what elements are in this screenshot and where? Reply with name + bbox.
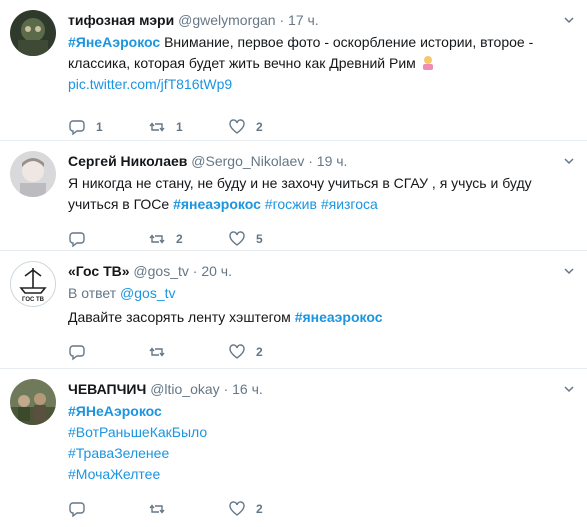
tweet-4[interactable]: ЧЕВАПЧИЧ @ltio_okay · 16 ч. #ЯНеАэрокос … <box>0 369 587 518</box>
like-button[interactable]: 5 <box>228 230 308 248</box>
hashtag[interactable]: #янеаэрокос <box>295 309 383 325</box>
like-count: 2 <box>256 120 263 134</box>
reply-icon <box>69 120 85 136</box>
tweet-text: Давайте засорять ленту хэштегом #янеаэро… <box>68 307 575 328</box>
chevron-down-icon[interactable] <box>563 265 575 277</box>
hashtag[interactable]: #ЯНеАэрокос <box>68 403 162 419</box>
retweet-icon <box>149 347 165 357</box>
heart-icon <box>229 119 245 134</box>
separator: · <box>308 153 313 169</box>
author-name[interactable]: «Гос ТВ» <box>68 263 130 279</box>
author-handle[interactable]: @ltio_okay <box>150 381 219 397</box>
hashtag[interactable]: #янеаэрокос <box>173 196 261 212</box>
tweet-3[interactable]: ГОС ТВ «Гос ТВ» @gos_tv · 20 ч. В ответ … <box>0 251 587 369</box>
separator: · <box>279 12 285 28</box>
tweet-header: «Гос ТВ» @gos_tv · 20 ч. <box>68 261 575 281</box>
reply-button[interactable] <box>68 343 148 361</box>
like-button[interactable]: 2 <box>228 118 308 136</box>
retweet-button[interactable]: 1 <box>148 118 228 136</box>
tweet-feed: тифозная мэри @gwelymorgan · 17 ч. #ЯнеА… <box>0 0 587 518</box>
chevron-down-icon[interactable] <box>563 14 575 26</box>
chevron-down-icon[interactable] <box>563 383 575 395</box>
tweet-actions: 1 1 2 <box>68 109 575 145</box>
author-handle[interactable]: @gwelymorgan <box>178 12 275 28</box>
reply-button[interactable]: 1 <box>68 118 148 136</box>
avatar[interactable]: ГОС ТВ <box>10 261 56 307</box>
retweet-icon <box>149 504 165 514</box>
heart-icon <box>229 231 245 246</box>
retweet-count: 1 <box>176 120 183 134</box>
heart-icon <box>229 501 245 516</box>
reply-count: 1 <box>96 120 103 134</box>
author-name[interactable]: ЧЕВАПЧИЧ <box>68 381 146 397</box>
tweet-header: ЧЕВАПЧИЧ @ltio_okay · 16 ч. <box>68 379 575 399</box>
tweet-text: Я никогда не стану, не буду и не захочу … <box>68 173 575 215</box>
avatar[interactable] <box>10 379 56 425</box>
reply-icon <box>69 232 85 248</box>
like-button[interactable]: 2 <box>228 343 308 361</box>
reply-context: В ответ @gos_tv <box>68 283 575 303</box>
like-count: 2 <box>256 502 263 516</box>
hashtag[interactable]: #ЯнеАэрокос <box>68 34 160 50</box>
timestamp[interactable]: 16 ч. <box>232 381 263 397</box>
avatar-logo-text: ГОС ТВ <box>22 297 45 303</box>
pic-link[interactable]: pic.twitter.com/jfT816tWp9 <box>68 76 232 92</box>
avatar[interactable] <box>10 151 56 197</box>
hashtag[interactable]: #госжив <box>265 196 317 212</box>
retweet-button[interactable] <box>148 500 228 518</box>
tweet-header: Сергей Николаев @Sergo_Nikolaev · 19 ч. <box>68 151 575 171</box>
retweet-button[interactable]: 2 <box>148 230 228 248</box>
timestamp[interactable]: 17 ч. <box>288 12 319 28</box>
reply-prefix: В ответ <box>68 285 121 301</box>
tweet-header: тифозная мэри @gwelymorgan · 17 ч. <box>68 10 575 30</box>
reply-button[interactable] <box>68 230 148 248</box>
retweet-count: 2 <box>176 232 183 246</box>
hashtag[interactable]: #ВотРаньшеКакБыло <box>68 424 207 440</box>
like-count: 5 <box>256 232 263 246</box>
avatar[interactable] <box>10 10 56 56</box>
reply-icon <box>69 502 85 518</box>
author-handle[interactable]: @gos_tv <box>133 263 188 279</box>
like-button[interactable]: 2 <box>228 500 308 518</box>
hashtag[interactable]: #ТраваЗеленее <box>68 445 169 461</box>
hashtag[interactable]: #МочаЖелтее <box>68 466 160 482</box>
tweet-actions: 2 <box>68 334 575 370</box>
retweet-icon <box>149 122 165 132</box>
author-handle[interactable]: @Sergo_Nikolaev <box>191 153 304 169</box>
author-name[interactable]: тифозная мэри <box>68 12 174 28</box>
author-name[interactable]: Сергей Николаев <box>68 153 187 169</box>
separator: · <box>192 263 198 279</box>
text-body: Давайте засорять ленту хэштегом <box>68 309 295 325</box>
timestamp[interactable]: 20 ч. <box>201 263 232 279</box>
hashtag[interactable]: #яизгоса <box>321 196 378 212</box>
tweet-1[interactable]: тифозная мэри @gwelymorgan · 17 ч. #ЯнеА… <box>0 0 587 141</box>
tweet-2[interactable]: Сергей Николаев @Sergo_Nikolaev · 19 ч. … <box>0 141 587 251</box>
tweet-actions: 2 <box>68 491 575 527</box>
like-count: 2 <box>256 345 263 359</box>
tweet-text: #ЯНеАэрокос #ВотРаньшеКакБыло #ТраваЗеле… <box>68 401 575 485</box>
heart-icon <box>229 344 245 359</box>
reply-icon <box>69 345 85 361</box>
separator: · <box>223 381 229 397</box>
timestamp[interactable]: 19 ч. <box>317 153 348 169</box>
tweet-text: #ЯнеАэрокос Внимание, первое фото - оско… <box>68 32 575 95</box>
retweet-icon <box>149 234 165 244</box>
reply-button[interactable] <box>68 500 148 518</box>
woman-shrugging-emoji-icon <box>422 56 433 70</box>
reply-handle-link[interactable]: @gos_tv <box>120 285 175 301</box>
retweet-button[interactable] <box>148 343 228 361</box>
chevron-down-icon[interactable] <box>563 155 575 167</box>
